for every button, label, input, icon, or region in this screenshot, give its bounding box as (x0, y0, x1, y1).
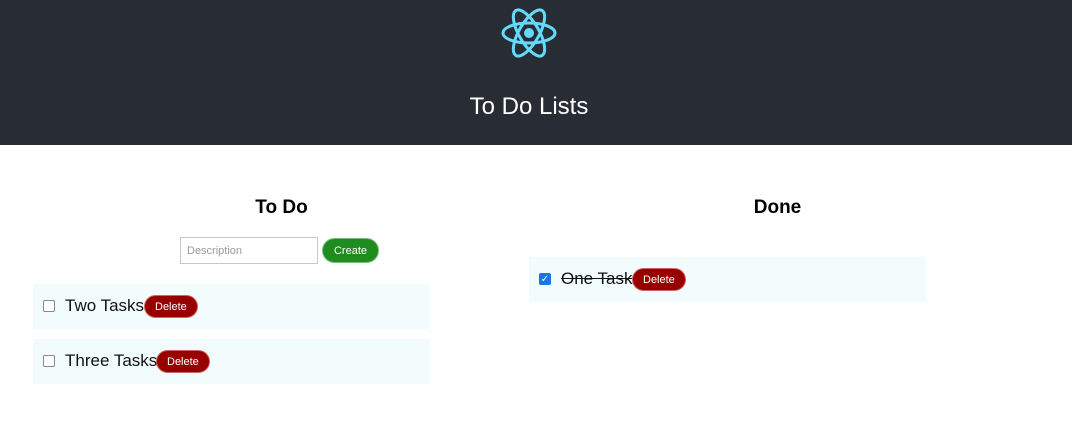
task-checkbox-checked[interactable]: ✓ (539, 273, 551, 285)
task-label: Two Tasks (65, 296, 145, 315)
task-checkbox[interactable] (43, 300, 55, 312)
description-input[interactable] (180, 237, 318, 264)
delete-button[interactable]: Delete (632, 268, 686, 291)
task-checkbox[interactable] (43, 355, 55, 367)
create-button[interactable]: Create (322, 238, 379, 263)
delete-button[interactable]: Delete (144, 295, 198, 318)
todo-item: Two Tasks Delete (33, 284, 430, 329)
todo-column-title: To Do (255, 197, 308, 218)
delete-button[interactable]: Delete (156, 350, 210, 373)
task-label: Three Tasks (65, 351, 158, 370)
task-label: One Task (561, 269, 633, 288)
todo-item: Three Tasks Delete (33, 339, 430, 384)
done-column-title: Done (753, 197, 802, 218)
app-header: To Do Lists (0, 0, 1072, 145)
react-logo-icon (501, 8, 557, 58)
app-title: To Do Lists (469, 93, 589, 120)
done-item: ✓ One Task Delete (529, 257, 926, 302)
